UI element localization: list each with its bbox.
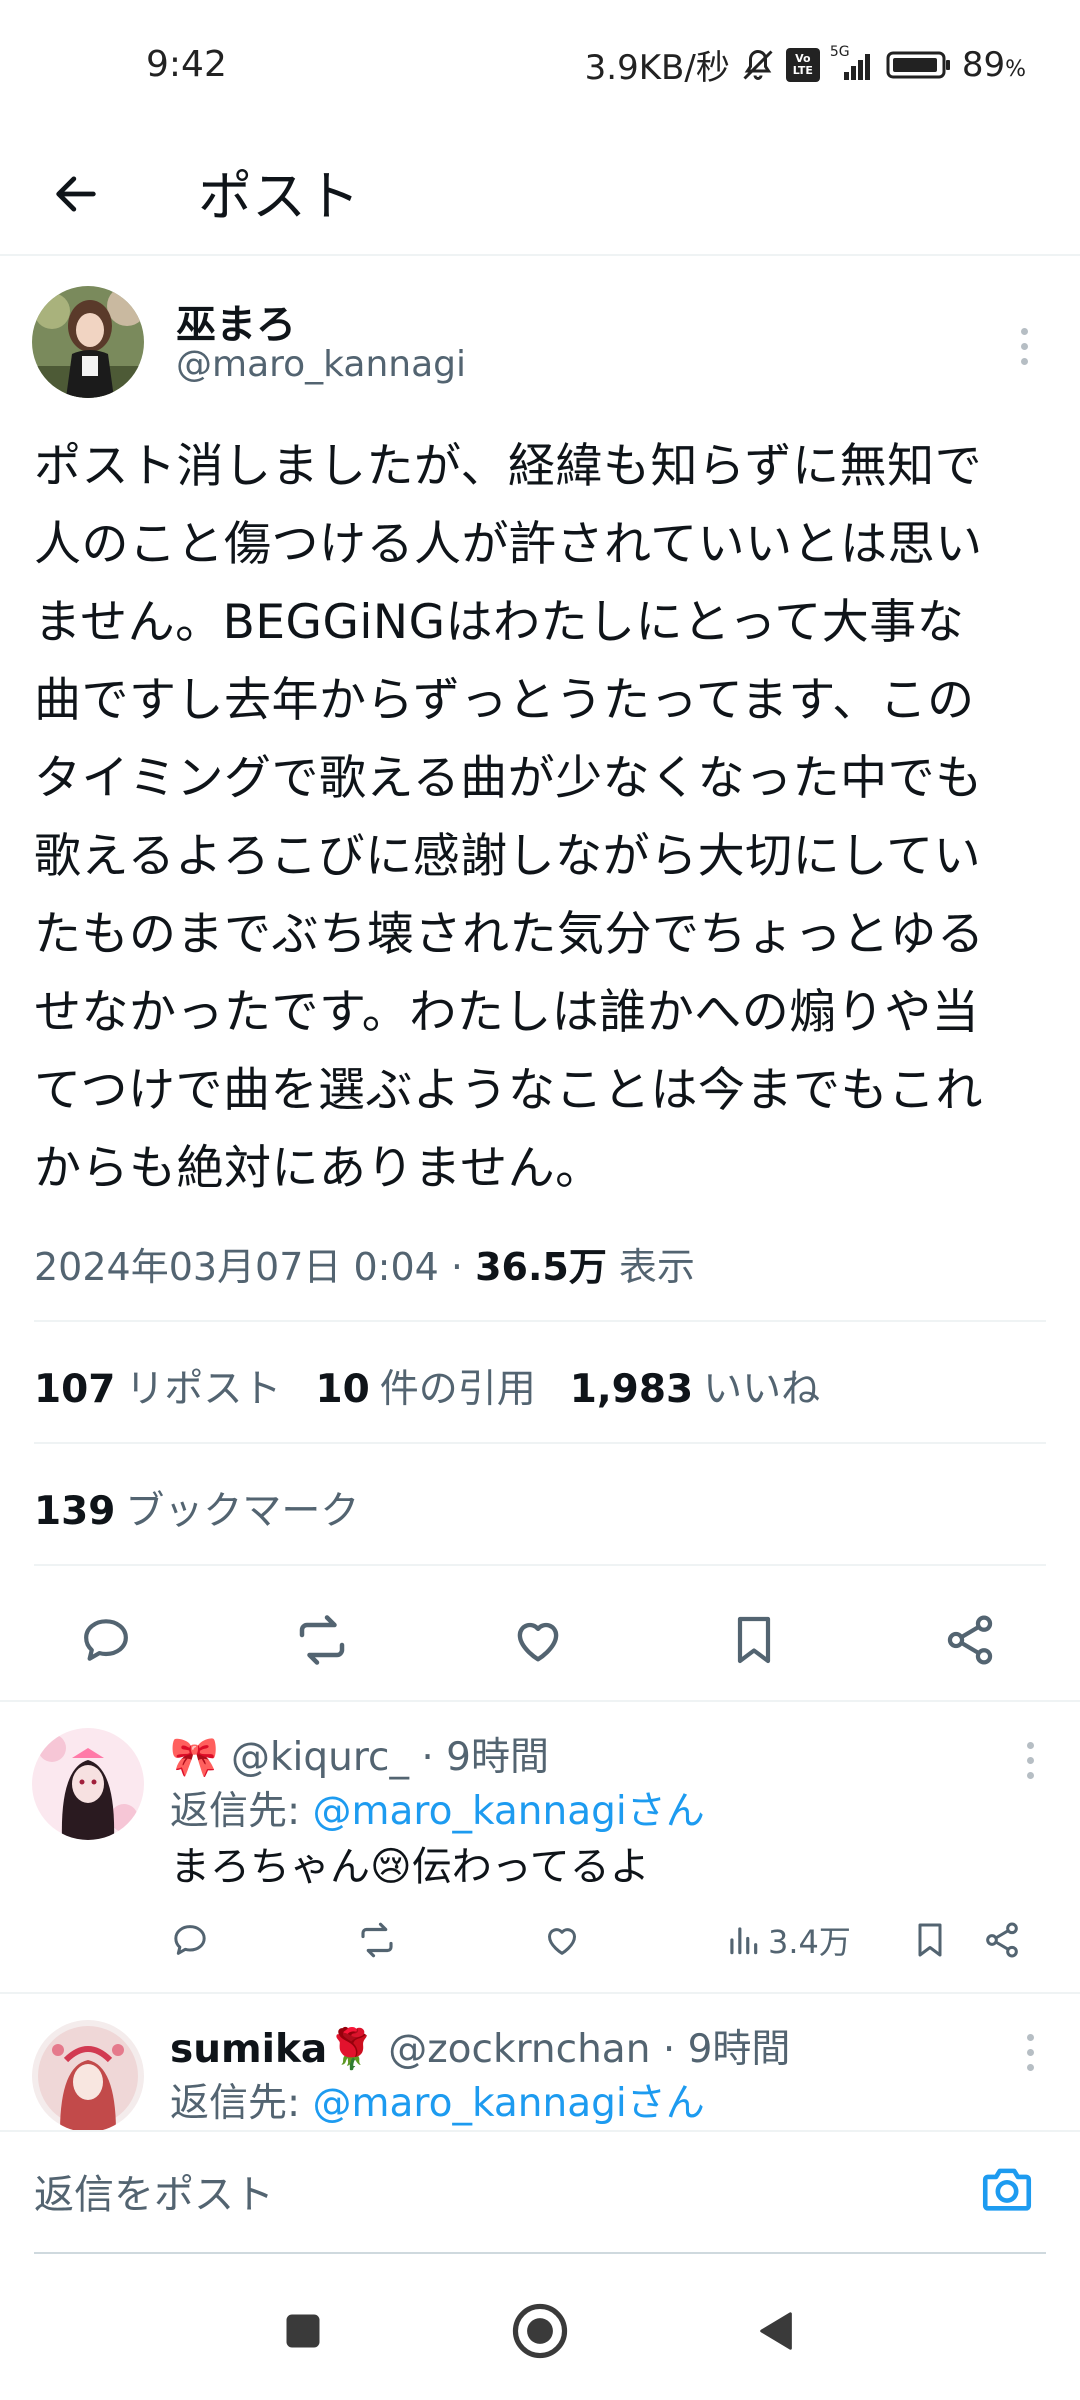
reply-button[interactable] bbox=[66, 1600, 146, 1680]
share-button[interactable] bbox=[930, 1600, 1010, 1680]
page-title: ポスト bbox=[198, 165, 360, 228]
recents-button[interactable] bbox=[268, 2296, 338, 2366]
speech-bubble-icon bbox=[84, 1619, 128, 1661]
home-button[interactable] bbox=[505, 2296, 575, 2366]
reply-avatar[interactable] bbox=[32, 2020, 144, 2130]
engagement-stats: 107 リポスト 10 件の引用 1,983 いいね bbox=[34, 1358, 820, 1414]
reply-avatar[interactable] bbox=[32, 1728, 144, 1840]
reply-author[interactable]: 🎀 @kiqurc_ · 9時間 bbox=[170, 1726, 549, 1782]
reply-input[interactable]: 返信をポスト bbox=[34, 2162, 274, 2220]
reply-handle: @zockrnchan bbox=[375, 2027, 651, 2072]
post-author: 巫まろ @maro_kannagi bbox=[32, 286, 1048, 406]
more-vertical-icon bbox=[1026, 2033, 1034, 2041]
back-button[interactable] bbox=[40, 158, 112, 230]
reply-actions: 3.4万 bbox=[170, 1910, 1050, 1970]
mute-bell-icon bbox=[740, 47, 776, 83]
battery-percent: 89% bbox=[961, 44, 1026, 85]
repost-button[interactable] bbox=[282, 1600, 362, 1680]
reply-to-handle[interactable]: @maro_kannagiさん bbox=[313, 1789, 705, 1834]
status-indicators: 3.9KB/秒 Vo LTE 5G 89% bbox=[585, 40, 1026, 89]
reply-author[interactable]: sumika🌹 @zockrnchan · 9時間 bbox=[170, 2018, 790, 2074]
speech-bubble-icon bbox=[174, 1925, 206, 1955]
reply-views-button[interactable]: 3.4万 bbox=[724, 1910, 851, 1970]
system-nav-bar bbox=[0, 2260, 1080, 2400]
reply-share-button[interactable] bbox=[982, 1910, 1022, 1970]
divider bbox=[34, 1320, 1046, 1322]
reply-item[interactable]: sumika🌹 @zockrnchan · 9時間 返信先: @maro_kan… bbox=[0, 1994, 1080, 2130]
battery-icon bbox=[886, 48, 952, 82]
reply-views-count: 3.4万 bbox=[768, 1923, 851, 1961]
reply-time: · 9時間 bbox=[650, 2027, 791, 2072]
reply-item[interactable]: 🎀 @kiqurc_ · 9時間 返信先: @maro_kannagiさん まろ… bbox=[0, 1702, 1080, 1992]
triangle-back-icon bbox=[760, 2312, 792, 2350]
more-vertical-icon bbox=[1026, 1741, 1034, 1749]
home-circle-icon bbox=[512, 2303, 568, 2359]
reply-input-underline bbox=[34, 2252, 1046, 2254]
camera-button[interactable] bbox=[972, 2154, 1042, 2224]
reply-composer: 返信をポスト bbox=[0, 2130, 1080, 2250]
network-speed: 3.9KB/秒 bbox=[584, 48, 730, 88]
status-bar: 9:42 3.9KB/秒 Vo LTE 5G 89% bbox=[0, 0, 1080, 130]
signal-type-label: 5G bbox=[829, 43, 850, 60]
back-nav-button[interactable] bbox=[742, 2296, 812, 2366]
like-button[interactable] bbox=[498, 1600, 578, 1680]
bar-chart-icon bbox=[730, 1927, 758, 1955]
repost-icon bbox=[299, 1615, 345, 1665]
divider bbox=[34, 1442, 1046, 1444]
likes-stat[interactable]: 1,983 いいね bbox=[570, 1358, 820, 1414]
views-label: 表示 bbox=[606, 1245, 695, 1289]
bookmark-button[interactable] bbox=[714, 1600, 794, 1680]
camera-icon bbox=[982, 2168, 1032, 2211]
author-avatar[interactable] bbox=[32, 286, 144, 398]
reply-name-emoji: 🎀 bbox=[170, 1735, 219, 1780]
reply-like-button[interactable] bbox=[542, 1910, 582, 1970]
bookmark-icon bbox=[918, 1923, 942, 1957]
divider bbox=[34, 1564, 1046, 1566]
heart-icon bbox=[548, 1928, 576, 1955]
bookmark-icon bbox=[737, 1616, 771, 1664]
more-vertical-icon bbox=[1020, 327, 1028, 335]
arrow-left-icon bbox=[56, 176, 96, 212]
reply-to: 返信先: @maro_kannagiさん bbox=[170, 1789, 705, 1834]
signal-icon: 5G bbox=[830, 44, 876, 82]
reply-more-button[interactable] bbox=[1012, 1730, 1048, 1790]
reply-name: sumika🌹 bbox=[170, 2027, 376, 2072]
post-date: 2024年03月07日 0:04 · bbox=[34, 1245, 476, 1289]
square-icon bbox=[286, 2314, 320, 2348]
author-name[interactable]: 巫まろ bbox=[176, 292, 296, 350]
share-icon bbox=[986, 1922, 1018, 1958]
author-handle[interactable]: @maro_kannagi bbox=[176, 344, 466, 385]
views-count[interactable]: 36.5万 bbox=[475, 1245, 607, 1289]
reply-more-button[interactable] bbox=[1012, 2022, 1048, 2082]
quotes-stat[interactable]: 10 件の引用 bbox=[315, 1358, 535, 1414]
volte-label: Vo LTE bbox=[792, 51, 813, 77]
reply-bookmark-button[interactable] bbox=[910, 1910, 950, 1970]
post-actions bbox=[0, 1600, 1080, 1700]
status-time: 9:42 bbox=[146, 44, 227, 85]
reply-handle: @kiqurc_ bbox=[230, 1735, 409, 1780]
volte-icon: Vo LTE bbox=[785, 47, 820, 82]
reposts-stat[interactable]: 107 リポスト bbox=[34, 1358, 281, 1414]
reply-repost-button[interactable] bbox=[356, 1910, 398, 1970]
reply-text: まろちゃん😢伝わってるよ bbox=[170, 1844, 650, 1890]
post-timestamp: 2024年03月07日 0:04 · 36.5万 表示 bbox=[34, 1236, 695, 1291]
reply-to: 返信先: @maro_kannagiさん bbox=[170, 2081, 705, 2126]
reply-to-handle[interactable]: @maro_kannagiさん bbox=[313, 2081, 705, 2126]
share-icon bbox=[947, 1615, 993, 1665]
more-options-button[interactable] bbox=[1006, 316, 1042, 376]
reply-time: · 9時間 bbox=[408, 1735, 549, 1780]
heart-icon bbox=[517, 1622, 559, 1662]
bookmarks-stat[interactable]: 139 ブックマーク bbox=[34, 1480, 359, 1536]
top-bar: ポスト bbox=[0, 130, 1080, 256]
repost-icon bbox=[361, 1922, 393, 1958]
reply-reply-button[interactable] bbox=[170, 1910, 210, 1970]
post-text: ポスト消しましたが、経緯も知らずに無知で 人のこと傷つける人が許されていいとは思… bbox=[34, 439, 985, 1196]
